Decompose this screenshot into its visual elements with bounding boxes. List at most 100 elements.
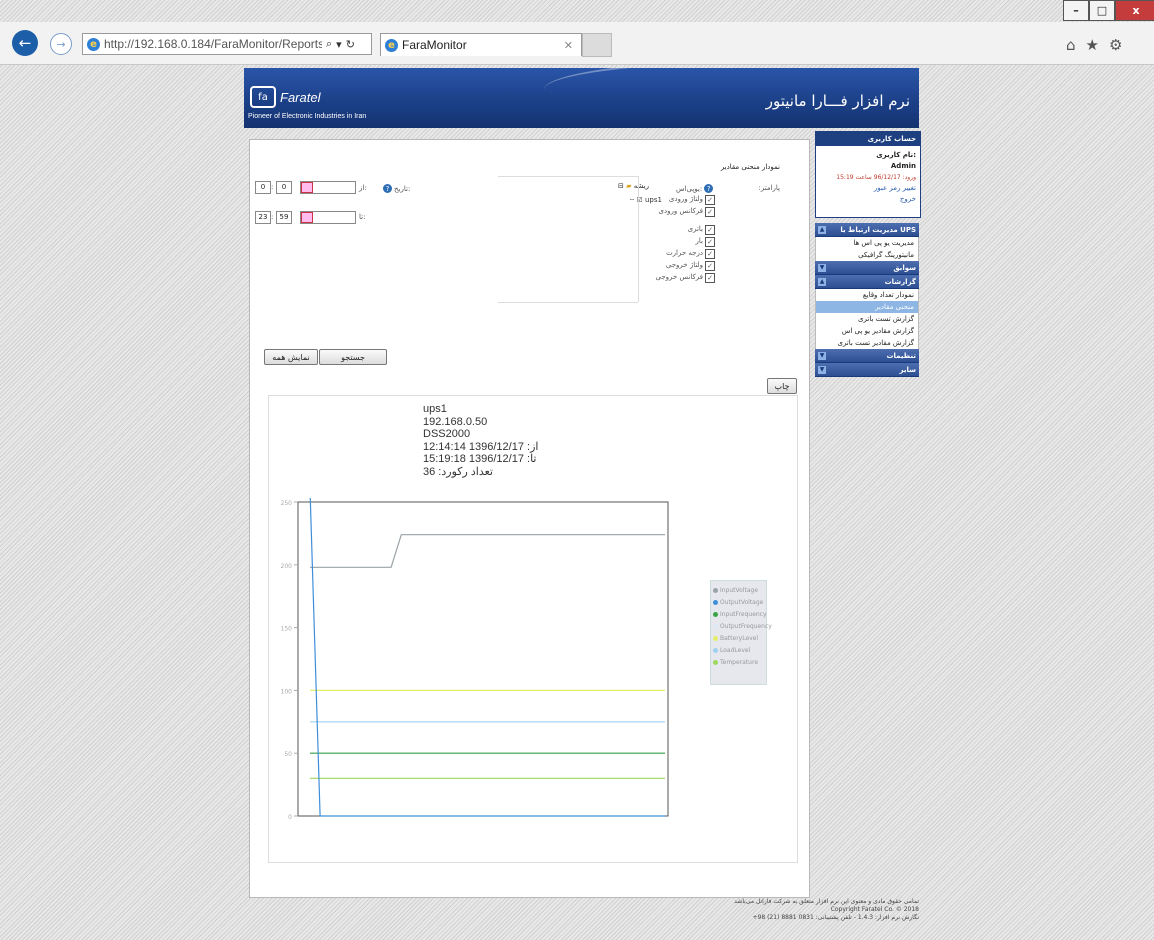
ie-icon: e — [87, 37, 100, 51]
chart-from: از: 1396/12/17 12:14:14 — [423, 440, 539, 453]
legend-label: BatteryLevel — [720, 634, 759, 642]
close-button[interactable]: x — [1115, 0, 1154, 21]
checkbox-icon[interactable]: ✓ — [705, 237, 715, 247]
checkbox-icon[interactable]: ✓ — [705, 249, 715, 259]
sidebar-item[interactable]: منحنی مقادیر — [815, 301, 919, 313]
search-icon[interactable]: ⌕ — [326, 37, 332, 51]
parameter-checkbox[interactable]: ✓ ولتاژ خروجی — [655, 261, 715, 271]
sidebar-section-title: سایر — [899, 365, 917, 374]
from-minute-input[interactable]: 0 — [276, 181, 292, 194]
legend-label: OutputFrequency — [720, 622, 772, 630]
checkbox-icon[interactable]: ✓ — [705, 261, 715, 271]
collapse-icon[interactable]: ▲ — [818, 277, 826, 286]
chart-legend: InputVoltage OutputVoltage InputFrequency O… — [710, 580, 772, 685]
checkbox-icon[interactable]: ✓ — [705, 225, 715, 235]
sidebar-section-header[interactable]: ▼ تنظیمات — [815, 349, 919, 363]
username: Admin — [890, 162, 916, 170]
new-tab-button[interactable] — [582, 33, 612, 57]
sidebar-section-title: مدیریت ارتباط با UPS — [840, 225, 916, 234]
form-title: نمودار منحنی مقادیر — [720, 163, 780, 171]
legend-swatch — [713, 635, 718, 641]
checkbox-icon[interactable]: ✓ — [705, 273, 715, 283]
expand-icon[interactable]: ▼ — [818, 263, 826, 272]
footer-version: نگارش نرم افزار: 1.4.3 - تلفن پشتیبانی: … — [752, 914, 920, 921]
maximize-button[interactable]: □ — [1089, 0, 1115, 21]
legend-item[interactable]: LoadLevel — [713, 644, 764, 656]
legend-swatch — [713, 587, 718, 593]
settings-icon[interactable]: ⚙ — [1109, 36, 1122, 54]
tree-root[interactable]: ⊟ ▰ ریشه — [618, 182, 649, 190]
from-hour-input[interactable]: 0 — [255, 181, 271, 194]
legend-item[interactable]: Temperature — [713, 656, 764, 668]
folder-icon: ▰ — [626, 182, 632, 190]
sidebar-section-header[interactable]: ▼ سوابق — [815, 261, 919, 275]
minimize-button[interactable]: – — [1063, 0, 1089, 21]
legend-item[interactable]: OutputFrequency — [713, 620, 772, 632]
sidebar-section-header[interactable]: ▼ سایر — [815, 363, 919, 377]
sidebar-item[interactable]: گزارش مقادیر یو پی اس — [815, 325, 919, 337]
divider — [638, 176, 639, 302]
sidebar-item[interactable]: گزارش مقادیر تست باتری — [815, 337, 919, 349]
calendar-icon[interactable] — [301, 212, 313, 223]
collapse-icon[interactable]: ▲ — [818, 225, 826, 234]
legend-label: InputVoltage — [720, 586, 759, 594]
expand-icon[interactable]: ▼ — [818, 351, 826, 360]
parameter-checkbox[interactable]: ✓ باتری — [655, 225, 715, 235]
tree-root-label: ریشه — [633, 182, 650, 190]
to-label: تا: — [359, 213, 366, 221]
legend-item[interactable]: BatteryLevel — [713, 632, 764, 644]
help-icon[interactable]: ? — [704, 184, 714, 193]
to-minute-input[interactable]: 59 — [276, 211, 292, 224]
sidebar-item[interactable]: مدیریت یو پی اس ها — [815, 237, 919, 249]
change-password-link[interactable]: تغییر رمز عبور — [816, 183, 920, 194]
dropdown-icon[interactable]: ▾ — [336, 38, 342, 51]
legend-swatch — [713, 647, 718, 653]
sidebar-section-header[interactable]: ▲ مدیریت ارتباط با UPS — [815, 223, 919, 237]
legend-item[interactable]: InputFrequency — [713, 608, 767, 620]
footer-rights: تمامی حقوق مادی و معنوی این نرم افزار مت… — [734, 898, 919, 905]
home-icon[interactable]: ⌂ — [1066, 36, 1076, 54]
url-text[interactable]: http://192.168.0.184/FaraMonitor/Reports… — [104, 37, 322, 51]
checkbox-icon[interactable]: ✓ — [705, 195, 715, 205]
address-bar[interactable]: e http://192.168.0.184/FaraMonitor/Repor… — [82, 33, 372, 55]
expand-icon[interactable]: ▼ — [818, 365, 826, 374]
parameter-checkbox[interactable]: ✓ درجه حرارت — [655, 249, 715, 259]
logout-link[interactable]: خروج — [816, 194, 920, 205]
refresh-icon[interactable]: ↻ — [346, 38, 355, 51]
chart-info: ups1 192.168.0.50 DSS2000 از: 1396/12/17… — [423, 403, 538, 478]
app-title: نرم افزار فـــارا مانیتور — [765, 92, 910, 110]
back-icon[interactable]: ← — [12, 30, 38, 56]
chart-to: تا: 1396/12/17 15:19:18 — [423, 453, 537, 465]
legend-label: OutputVoltage — [720, 598, 764, 606]
sidebar-item[interactable]: گزارش تست باتری — [815, 313, 919, 325]
chart-records: تعداد رکورد: 36 — [423, 465, 493, 478]
show-all-button[interactable]: نمایش همه — [264, 349, 318, 365]
account-box: حساب کاربری نام کاربری: Admin ورود: 96/1… — [815, 131, 921, 218]
parameter-checkbox[interactable]: ✓ ولتاژ ورودی — [655, 195, 715, 205]
account-title: حساب کاربری — [816, 132, 920, 146]
legend-swatch — [713, 623, 718, 629]
parameter-label: بار — [695, 237, 703, 245]
forward-icon[interactable]: → — [50, 33, 72, 55]
tree-node-ups1[interactable]: ┄ ☑ ups1 — [630, 196, 662, 204]
print-button[interactable]: چاپ — [767, 378, 797, 394]
parameter-checkbox[interactable]: ✓ بار — [655, 237, 715, 247]
slogan: Pioneer of Electronic Industries in Iran — [248, 113, 367, 120]
parameter-label: فرکانس ورودی — [658, 207, 703, 215]
sidebar-section-header[interactable]: ▲ گزارشات — [815, 275, 919, 289]
help-icon[interactable]: ? — [383, 184, 392, 193]
close-tab-icon[interactable]: ✕ — [564, 39, 573, 52]
parameter-checkbox[interactable]: ✓ فرکانس ورودی — [655, 207, 715, 217]
browser-tab[interactable]: e FaraMonitor ✕ — [380, 33, 582, 56]
parameter-checkbox[interactable]: ✓ فرکانس خروجی — [655, 273, 715, 283]
sidebar-item[interactable]: نمودار تعداد وقایع — [815, 289, 919, 301]
legend-item[interactable]: InputVoltage — [713, 584, 764, 596]
favorites-icon[interactable]: ★ — [1086, 36, 1099, 54]
search-button[interactable]: جستجو — [319, 349, 387, 365]
legend-item[interactable]: OutputVoltage — [713, 596, 764, 608]
divider — [498, 302, 638, 303]
sidebar-item[interactable]: مانیتورینگ گرافیکی — [815, 249, 919, 261]
checkbox-icon[interactable]: ✓ — [705, 207, 715, 217]
calendar-icon[interactable] — [301, 182, 313, 193]
to-hour-input[interactable]: 23 — [255, 211, 271, 224]
